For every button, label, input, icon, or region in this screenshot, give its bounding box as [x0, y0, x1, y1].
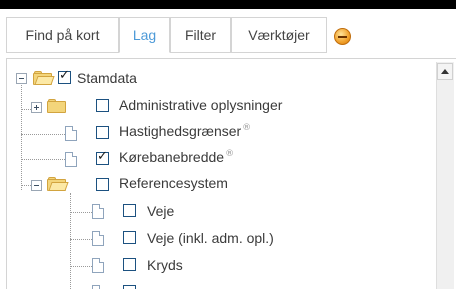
layer-checkbox[interactable]	[123, 258, 136, 271]
tree-node-label: Kryds	[147, 257, 183, 273]
scroll-up-arrow-icon[interactable]	[437, 63, 453, 80]
vertical-scrollbar[interactable]	[436, 62, 454, 289]
info-icon[interactable]: ®	[242, 123, 251, 133]
tree-node-referencesystem: Referencesystem	[0, 172, 430, 194]
document-icon	[92, 204, 104, 219]
tree-node-label: Administrative oplysninger	[119, 97, 283, 113]
tree-node-hastighedsgraenser: Hastighedsgrænser®	[0, 120, 430, 142]
tree-node-partial	[0, 279, 430, 289]
tree-node-label: Veje	[147, 203, 175, 219]
document-icon	[65, 126, 77, 141]
document-icon	[92, 285, 104, 289]
tree-node-label: Kørebanebredde®	[119, 149, 235, 165]
layer-checkbox[interactable]	[123, 231, 136, 244]
tree-node-kryds: Kryds	[0, 252, 430, 274]
collapse-minus-icon[interactable]	[334, 28, 351, 45]
tree-node-stamdata: Stamdata	[0, 68, 430, 90]
tree-node-veje: Veje	[0, 198, 430, 220]
document-icon	[92, 231, 104, 246]
layer-checkbox[interactable]	[96, 126, 109, 139]
folder-open-icon	[47, 177, 69, 191]
tree-node-veje-inkl-adm-opl: Veje (inkl. adm. opl.)	[0, 225, 430, 247]
expand-toggle-icon[interactable]	[31, 102, 42, 113]
tab-filter[interactable]: Filter	[170, 17, 231, 53]
layer-checkbox[interactable]	[96, 99, 109, 112]
document-icon	[65, 152, 77, 167]
folder-open-icon	[33, 71, 55, 85]
tree-node-administrative-oplysninger: Administrative oplysninger	[0, 94, 430, 116]
tree-node-label: Veje (inkl. adm. opl.)	[147, 230, 274, 246]
tree-node-label: Stamdata	[77, 70, 137, 86]
folder-icon	[47, 99, 67, 113]
layer-checkbox[interactable]	[58, 68, 71, 84]
tab-vaerktoejer[interactable]: Værktøjer	[231, 17, 327, 53]
window-top-border	[0, 0, 456, 9]
layer-checkbox[interactable]	[96, 149, 109, 165]
tab-bar: Find på kort Lag Filter Værktøjer	[0, 9, 456, 59]
collapse-toggle-icon[interactable]	[16, 73, 27, 84]
layer-checkbox[interactable]	[96, 178, 109, 191]
tree-node-koerebanebredde: Kørebanebredde®	[0, 146, 430, 168]
collapse-toggle-icon[interactable]	[31, 180, 42, 191]
tree-node-label: Hastighedsgrænser®	[119, 123, 252, 139]
tab-find-paa-kort[interactable]: Find på kort	[6, 17, 119, 53]
tree-node-label: Referencesystem	[119, 175, 228, 191]
layer-checkbox[interactable]	[123, 204, 136, 217]
layer-checkbox[interactable]	[123, 285, 136, 289]
document-icon	[92, 258, 104, 273]
tab-lag[interactable]: Lag	[119, 17, 170, 53]
info-icon[interactable]: ®	[225, 149, 234, 159]
